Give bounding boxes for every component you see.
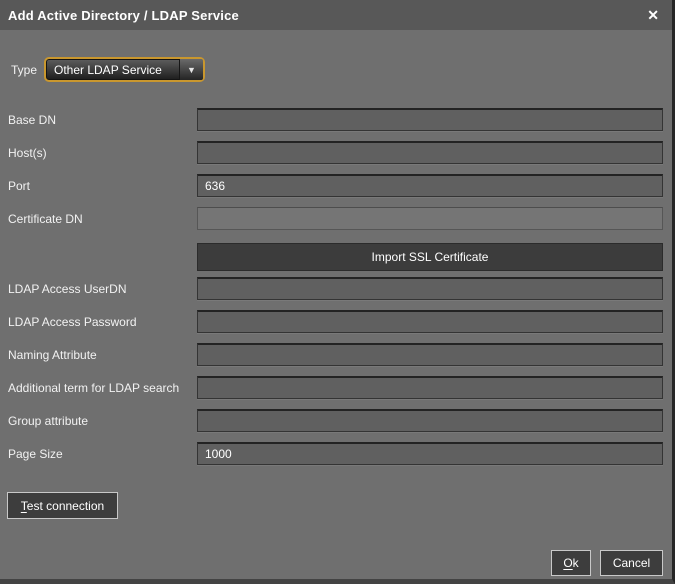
field-row-port: Port [8,174,663,197]
hosts-input[interactable] [197,141,663,164]
certificate-dn-input[interactable] [197,207,663,230]
field-row-ldap-access-userdn: LDAP Access UserDN [8,277,663,300]
certificate-dn-label: Certificate DN [8,212,197,226]
hosts-label: Host(s) [8,146,197,160]
group-attribute-input[interactable] [197,409,663,432]
field-row-group-attribute: Group attribute [8,409,663,432]
dialog-titlebar: Add Active Directory / LDAP Service ✕ [0,0,672,30]
type-row: Type Other LDAP Service ▼ [0,57,672,82]
ok-button[interactable]: Ok [551,550,591,576]
port-label: Port [8,179,197,193]
test-connection-button[interactable]: Test connection [7,492,118,519]
add-ldap-service-dialog: Add Active Directory / LDAP Service ✕ Ty… [0,0,675,584]
base-dn-label: Base DN [8,113,197,127]
test-connection-area: Test connection [0,492,672,519]
type-select-value: Other LDAP Service [46,59,179,80]
field-row-naming-attribute: Naming Attribute [8,343,663,366]
dialog-title: Add Active Directory / LDAP Service [8,8,644,23]
cancel-button[interactable]: Cancel [600,550,663,576]
naming-attribute-input[interactable] [197,343,663,366]
ldap-access-userdn-label: LDAP Access UserDN [8,282,197,296]
base-dn-input[interactable] [197,108,663,131]
field-row-certificate-dn: Certificate DN [8,207,663,230]
type-label: Type [11,63,44,77]
ldap-access-password-input[interactable] [197,310,663,333]
port-input[interactable] [197,174,663,197]
additional-term-input[interactable] [197,376,663,399]
type-select[interactable]: Other LDAP Service ▼ [44,57,205,82]
page-size-input[interactable] [197,442,663,465]
field-row-ldap-access-password: LDAP Access Password [8,310,663,333]
chevron-down-icon: ▼ [179,59,203,80]
field-row-hosts: Host(s) [8,141,663,164]
import-ssl-certificate-button[interactable]: Import SSL Certificate [197,243,663,271]
import-ssl-row: Import SSL Certificate [8,240,663,268]
field-row-base-dn: Base DN [8,108,663,131]
form: Base DN Host(s) Port Certificate DN Impo… [0,108,672,465]
dialog-footer: Ok Cancel [0,550,672,576]
group-attribute-label: Group attribute [8,414,197,428]
naming-attribute-label: Naming Attribute [8,348,197,362]
ldap-access-userdn-input[interactable] [197,277,663,300]
additional-term-label: Additional term for LDAP search [8,381,197,395]
field-row-page-size: Page Size [8,442,663,465]
ldap-access-password-label: LDAP Access Password [8,315,197,329]
field-row-additional-term: Additional term for LDAP search [8,376,663,399]
page-size-label: Page Size [8,447,197,461]
close-icon[interactable]: ✕ [644,6,662,24]
